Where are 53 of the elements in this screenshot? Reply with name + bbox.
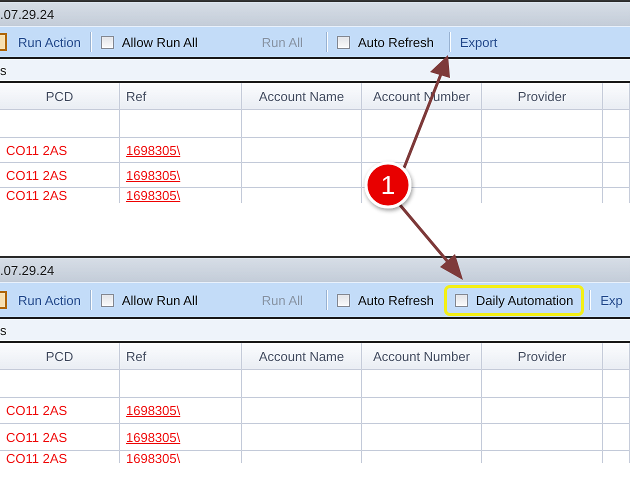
ref-link[interactable]: 1698305\ — [126, 142, 180, 158]
table-cell — [603, 370, 630, 398]
checkbox-label: Allow Run All — [122, 34, 198, 50]
checkbox-option[interactable]: Auto Refresh — [332, 34, 438, 50]
highlighted-checkbox-option[interactable]: Daily Automation — [444, 284, 584, 316]
postcode-text: CO11 2AS — [6, 188, 68, 203]
ref-link[interactable]: 1698305\ — [126, 168, 180, 182]
checkbox[interactable] — [100, 36, 114, 48]
window-title: .07.29.24 — [0, 262, 54, 278]
table-cell — [603, 110, 630, 138]
postcode-text: CO11 2AS — [6, 142, 68, 158]
ref-link[interactable]: 1698305\ — [126, 430, 180, 444]
group-bar-text: s — [0, 322, 6, 338]
checkbox-label: Auto Refresh — [358, 34, 434, 50]
toolbar-link[interactable]: Exp — [596, 292, 627, 308]
checkbox-label: Allow Run All — [122, 292, 198, 308]
postcode-text: CO11 2AS — [6, 168, 68, 182]
postcode-text: CO11 2AS — [6, 403, 68, 418]
toolbar-link[interactable]: Run Action — [14, 34, 85, 50]
toolbar-icon[interactable] — [0, 33, 7, 51]
checkbox[interactable] — [100, 294, 114, 306]
column-header[interactable]: Account Name — [242, 83, 362, 110]
toolbar-link[interactable]: Export — [456, 34, 502, 50]
table-cell — [603, 424, 630, 451]
column-header[interactable]: Account Number — [362, 343, 482, 370]
postcode-text: CO11 2AS — [6, 430, 68, 444]
checkbox-label: Daily Automation — [476, 292, 574, 308]
checkbox-option[interactable]: Allow Run All — [96, 34, 202, 50]
column-header[interactable]: PCD — [0, 83, 120, 110]
toolbar-link[interactable]: Run Action — [14, 292, 85, 308]
ref-link[interactable]: 1698305\ — [126, 403, 180, 418]
postcode-text: CO11 2AS — [6, 451, 68, 463]
table-cell — [603, 163, 630, 188]
window-title: .07.29.24 — [0, 6, 54, 22]
table-cell — [603, 138, 630, 163]
column-header[interactable]: Account Name — [242, 343, 362, 370]
table-cell — [603, 398, 630, 424]
ref-link[interactable]: 1698305\ — [126, 188, 180, 203]
step-number-marker: 1 — [364, 162, 412, 208]
column-header[interactable]: Ref — [120, 343, 242, 370]
column-header[interactable]: Ref — [120, 83, 242, 110]
column-header[interactable]: PCD — [0, 343, 120, 370]
checkbox[interactable] — [454, 294, 468, 306]
checkbox-option[interactable]: Allow Run All — [96, 292, 202, 308]
toolbar-icon[interactable] — [0, 291, 7, 309]
checkbox[interactable] — [336, 294, 350, 306]
group-bar-text: s — [0, 62, 6, 78]
column-header[interactable]: Provider — [482, 343, 603, 370]
checkbox-option[interactable]: Auto Refresh — [332, 292, 438, 308]
column-header[interactable]: Provider — [482, 83, 603, 110]
checkbox[interactable] — [336, 36, 350, 48]
ref-link[interactable]: 1698305\ — [126, 451, 180, 463]
checkbox-label: Auto Refresh — [358, 292, 434, 308]
